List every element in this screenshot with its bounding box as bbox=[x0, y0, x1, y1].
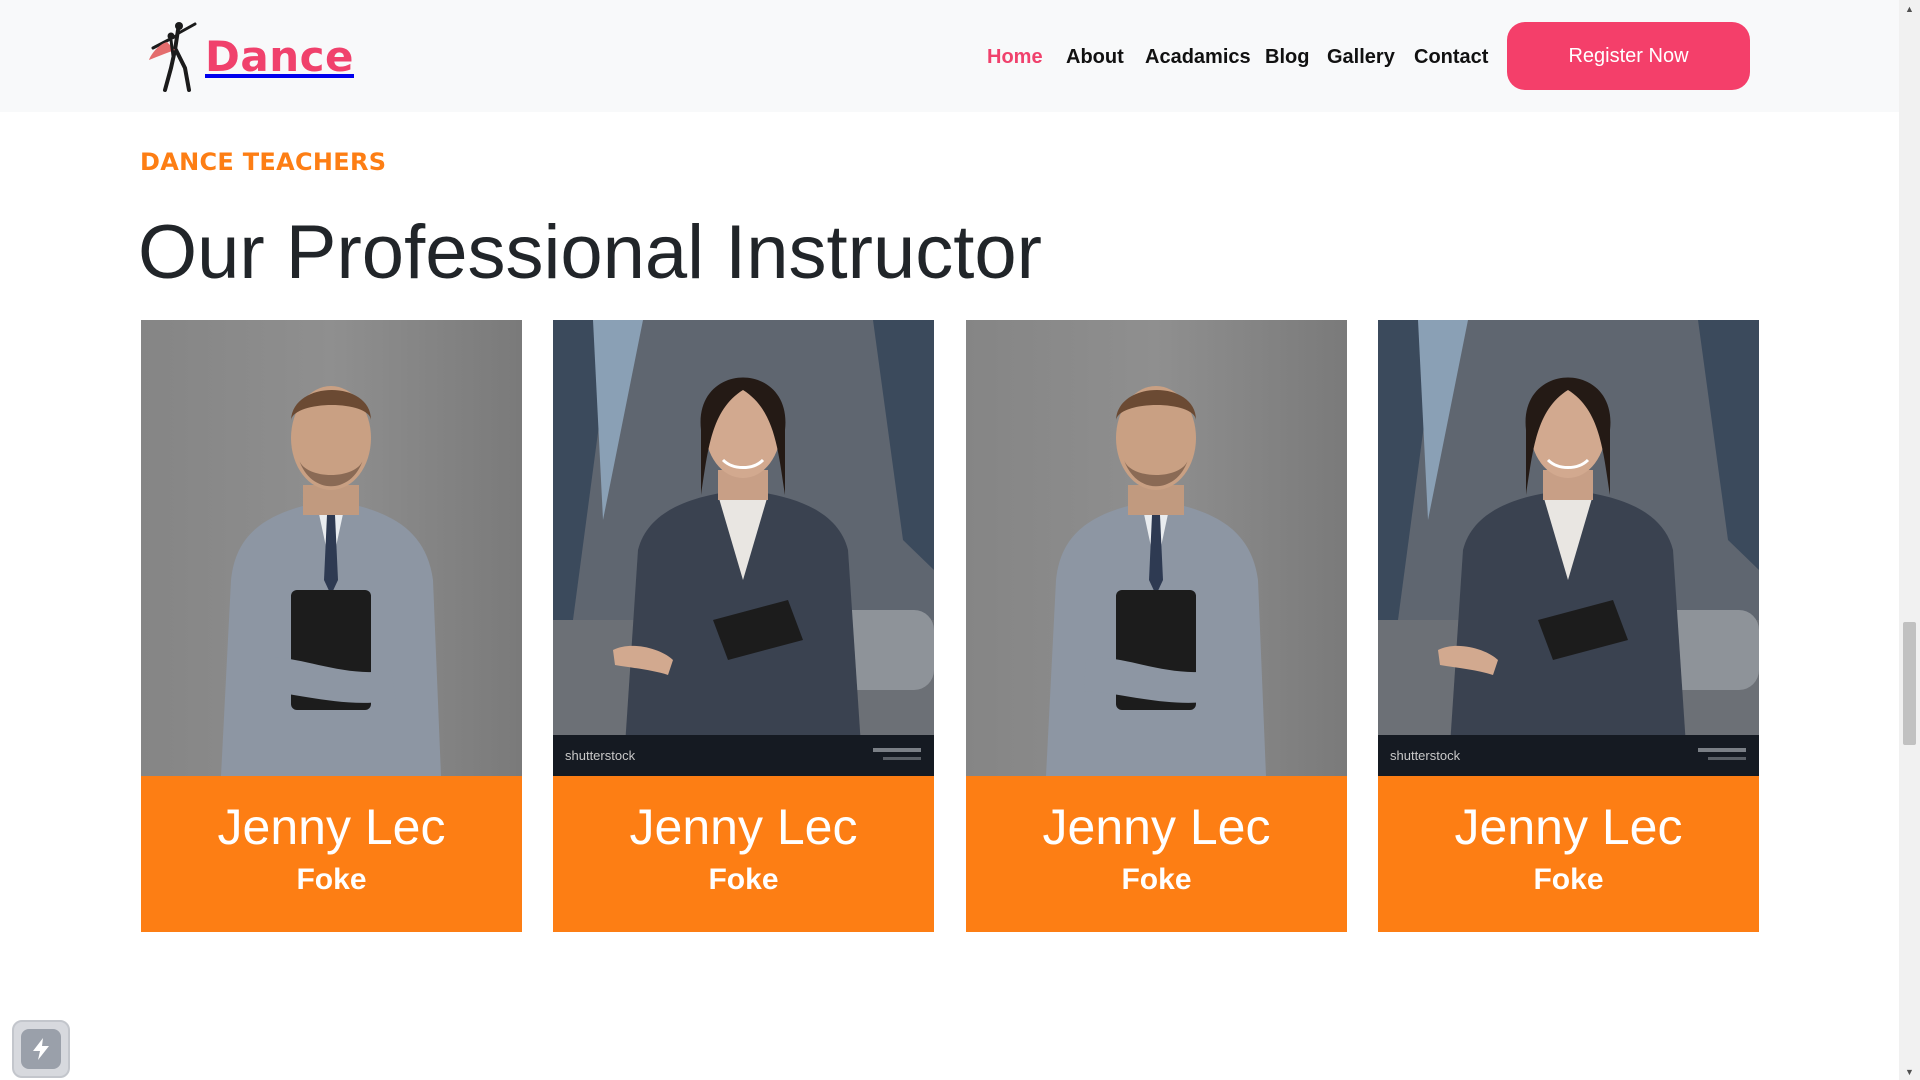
nav-item-gallery[interactable]: Gallery bbox=[1327, 40, 1395, 74]
woman-in-office-photo: shutterstock bbox=[1378, 320, 1759, 776]
photo-watermark: shutterstock bbox=[565, 748, 636, 763]
section-eyebrow: DANCE TEACHERS bbox=[140, 148, 387, 176]
nav-item-about[interactable]: About bbox=[1066, 40, 1124, 74]
instructor-role: Foke bbox=[1533, 863, 1604, 896]
man-with-folder-photo bbox=[966, 320, 1347, 776]
nav-item-home[interactable]: Home bbox=[987, 40, 1043, 74]
man-with-folder-photo bbox=[141, 320, 522, 776]
scroll-down-arrow-icon[interactable]: ▼ bbox=[1899, 1063, 1920, 1080]
section-title: Our Professional Instructor bbox=[138, 210, 1042, 295]
instructor-role: Foke bbox=[296, 863, 367, 896]
instructor-card[interactable]: shutterstock Jenny Lec Foke bbox=[1378, 320, 1759, 932]
scroll-thumb[interactable] bbox=[1903, 622, 1916, 745]
lightning-icon bbox=[21, 1029, 61, 1069]
instructor-card[interactable]: Jenny Lec Foke bbox=[141, 320, 522, 932]
instructor-card[interactable]: Jenny Lec Foke bbox=[966, 320, 1347, 932]
instructor-name: Jenny Lec bbox=[217, 799, 446, 855]
instructor-card[interactable]: shutterstock Jenny Lec Foke bbox=[553, 320, 934, 932]
woman-in-office-photo: shutterstock bbox=[553, 320, 934, 776]
page: Dance Home About Acadamics Blog Gallery … bbox=[0, 0, 1899, 1080]
floating-widget-button[interactable] bbox=[12, 1020, 70, 1078]
instructor-role: Foke bbox=[1121, 863, 1192, 896]
vertical-scrollbar[interactable]: ▲ ▼ bbox=[1899, 0, 1920, 1080]
instructor-info: Jenny Lec Foke bbox=[1378, 776, 1759, 932]
scroll-up-arrow-icon[interactable]: ▲ bbox=[1899, 0, 1920, 17]
photo-watermark: shutterstock bbox=[1390, 748, 1461, 763]
nav-item-acadamics[interactable]: Acadamics bbox=[1145, 40, 1251, 74]
nav-item-contact[interactable]: Contact bbox=[1414, 40, 1488, 74]
register-now-button[interactable]: Register Now bbox=[1507, 22, 1750, 90]
site-header: Dance Home About Acadamics Blog Gallery … bbox=[0, 0, 1899, 112]
instructor-name: Jenny Lec bbox=[629, 799, 858, 855]
instructor-info: Jenny Lec Foke bbox=[141, 776, 522, 932]
instructor-name: Jenny Lec bbox=[1042, 799, 1271, 855]
instructor-name: Jenny Lec bbox=[1454, 799, 1683, 855]
instructor-info: Jenny Lec Foke bbox=[966, 776, 1347, 932]
instructor-info: Jenny Lec Foke bbox=[553, 776, 934, 932]
instructor-role: Foke bbox=[708, 863, 779, 896]
nav-item-blog[interactable]: Blog bbox=[1265, 40, 1309, 74]
